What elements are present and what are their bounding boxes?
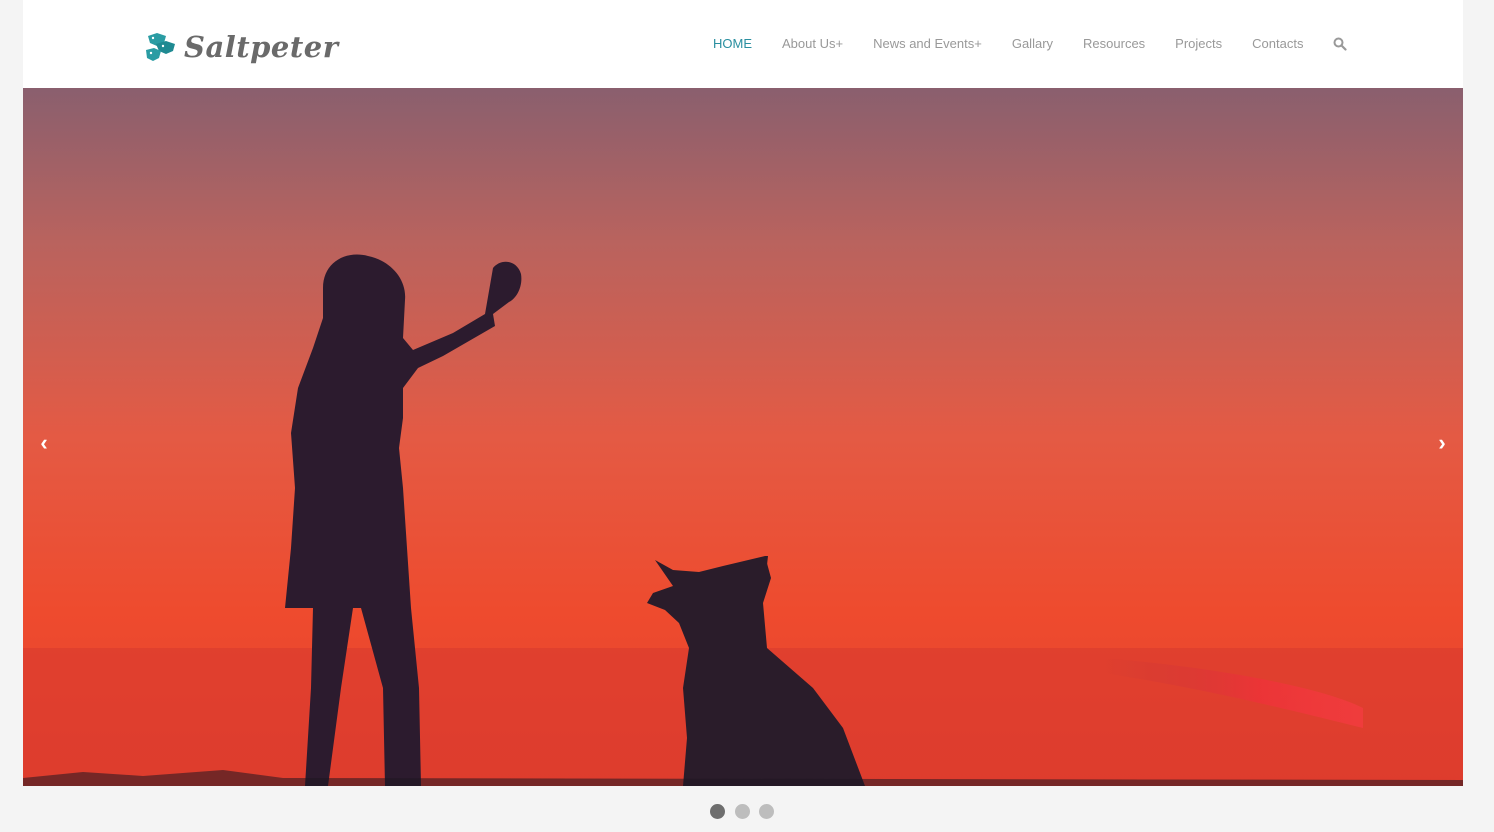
hero-slider: ‹ › — [23, 88, 1463, 786]
dog-heads-icon — [146, 33, 175, 61]
nav-item-gallary[interactable]: Gallary — [1012, 36, 1053, 51]
hero-slide-image — [23, 88, 1463, 786]
search-icon[interactable] — [1333, 37, 1348, 51]
site-header: Saltpeter HOME About Us+ News and Events… — [23, 0, 1463, 88]
site-wrapper: Saltpeter HOME About Us+ News and Events… — [23, 0, 1463, 832]
slider-pagination — [23, 804, 1463, 820]
slider-dot-2[interactable] — [735, 804, 750, 819]
nav-item-about-us[interactable]: About Us+ — [782, 36, 843, 51]
brand-name: Saltpeter — [184, 30, 339, 64]
nav-item-home[interactable]: HOME — [713, 36, 752, 51]
slider-next-button[interactable]: › — [1427, 428, 1457, 458]
nav-item-projects[interactable]: Projects — [1175, 36, 1222, 51]
nav-item-resources[interactable]: Resources — [1083, 36, 1145, 51]
slider-dot-1[interactable] — [710, 804, 725, 819]
slider-dot-3[interactable] — [759, 804, 774, 819]
main-nav: HOME About Us+ News and Events+ Gallary … — [713, 36, 1348, 51]
slider-prev-button[interactable]: ‹ — [29, 428, 59, 458]
nav-item-contacts[interactable]: Contacts — [1252, 36, 1303, 51]
logo[interactable]: Saltpeter — [144, 22, 339, 72]
nav-item-news-and-events[interactable]: News and Events+ — [873, 36, 982, 51]
